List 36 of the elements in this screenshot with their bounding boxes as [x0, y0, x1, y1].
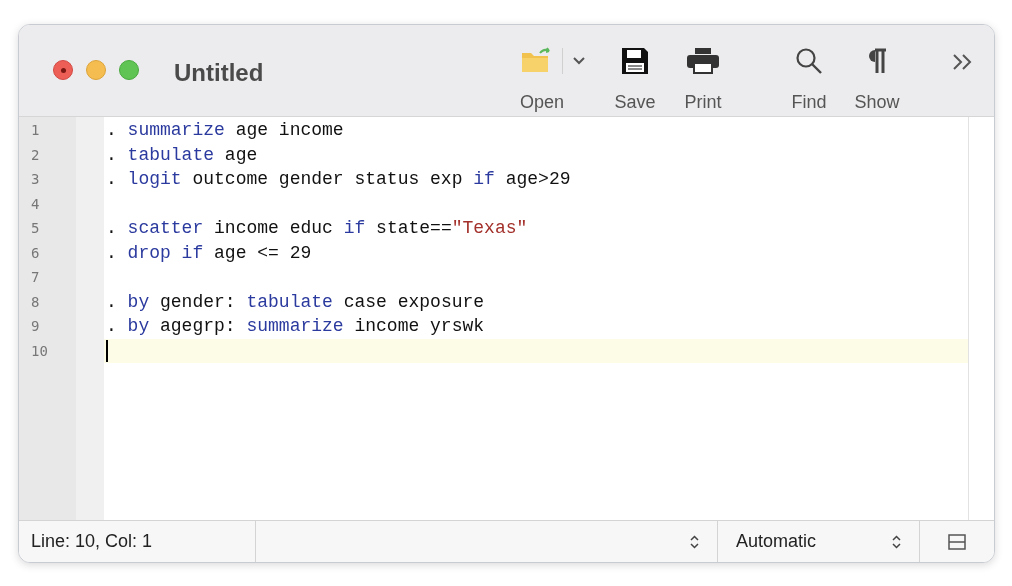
- toolbar-button[interactable]: Print: [674, 45, 732, 116]
- toolbar-button[interactable]: Open: [519, 45, 586, 116]
- line-number: 10: [30, 341, 49, 361]
- search-icon: [795, 47, 823, 75]
- code-line: . tabulate age: [106, 143, 258, 167]
- close-button[interactable]: [53, 60, 73, 80]
- line-number: 7: [30, 268, 41, 287]
- toolbar-button[interactable]: Find: [780, 45, 838, 116]
- code-line: . logit outcome gender status exp if age>29: [106, 168, 571, 191]
- cursor-position: Line: 10, Col: 1: [19, 521, 256, 562]
- code-line: . by agegrp: summarize income yrswk: [106, 315, 485, 338]
- line-number: 5: [30, 219, 41, 238]
- printer-icon: [686, 47, 720, 75]
- toolbar-button[interactable]: Save: [606, 45, 664, 116]
- line-number: 3: [30, 170, 41, 189]
- line-number: 9: [30, 317, 41, 336]
- chevron-double-right-icon[interactable]: [952, 53, 974, 71]
- code-line: . scatter income educ if state=="Texas": [106, 217, 528, 240]
- line-number: 2: [30, 145, 41, 165]
- toolbar-button[interactable]: Show: [848, 45, 906, 116]
- code-line: . by gender: tabulate case exposure: [106, 290, 485, 314]
- split-view-icon[interactable]: [948, 533, 966, 550]
- line-number: 6: [30, 243, 41, 263]
- line-number: 1: [30, 121, 41, 140]
- line-number: 8: [30, 292, 41, 312]
- caret-icon: [573, 57, 586, 65]
- updown-icon: [690, 534, 699, 549]
- code-line: . drop if age <= 29: [106, 241, 312, 265]
- pilcrow-icon: [866, 47, 888, 75]
- text-cursor: [106, 339, 108, 362]
- window-title: Untitled: [174, 58, 264, 88]
- folder-icon: [520, 47, 553, 75]
- line-number: 4: [30, 194, 41, 214]
- encoding-popup[interactable]: Automatic: [718, 521, 920, 562]
- code-line: . summarize age income: [106, 119, 344, 142]
- updown-icon: [892, 534, 901, 549]
